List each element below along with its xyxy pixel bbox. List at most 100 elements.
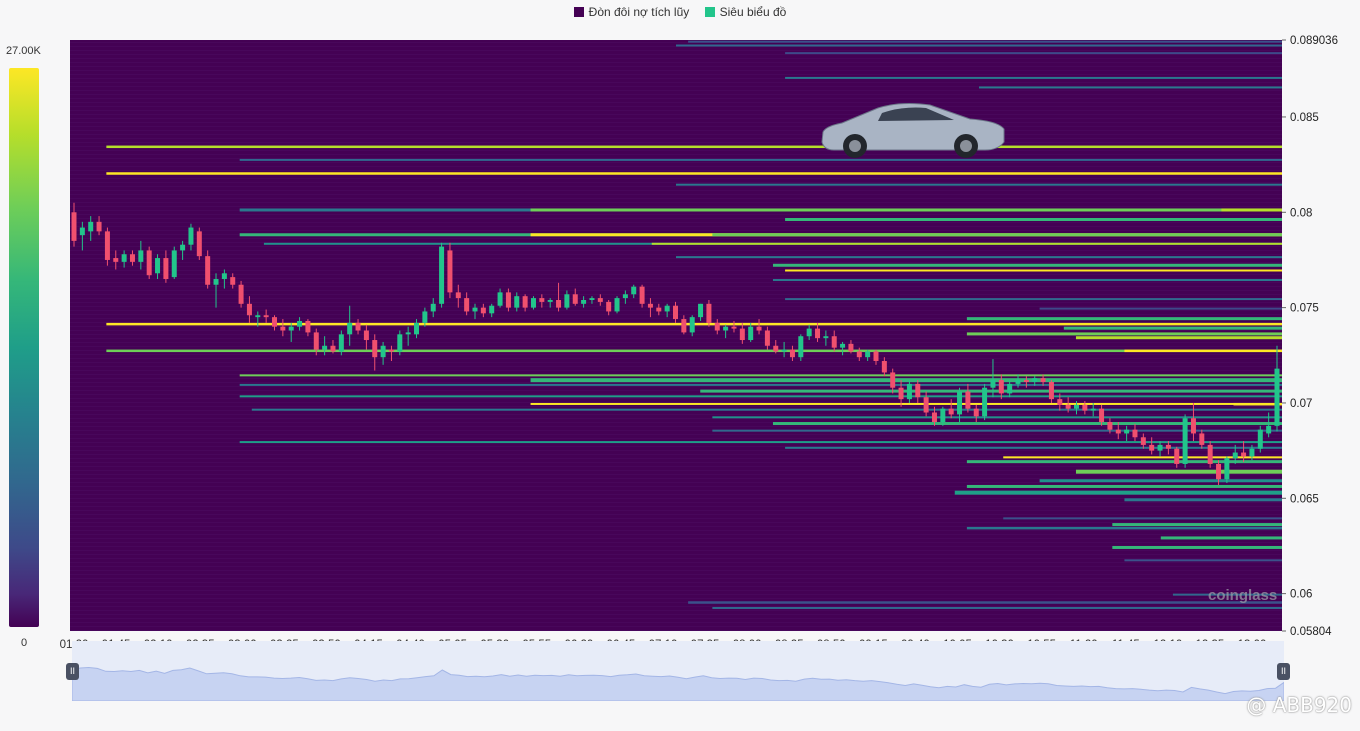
liquidation-band [785,298,1282,301]
heatmap-stripe [70,262,1282,263]
candle-body [647,303,653,308]
candle-body [155,258,161,274]
y-tick-label: 0.065 [1290,493,1319,505]
candle-body [1274,368,1280,426]
y-tick-label: 0.085 [1290,112,1319,124]
heatmap-stripe [70,502,1282,503]
candle-body [982,387,988,417]
candle-body [940,408,946,423]
liquidation-band [106,145,1283,149]
candle-body [129,254,135,262]
candle-body [831,336,837,348]
heatmap-stripe [70,98,1282,99]
candle-body [305,320,311,333]
heatmap-stripe [70,254,1282,255]
candle-body [1115,429,1121,434]
heatmap-stripe [70,358,1282,359]
candle-body [622,294,628,299]
candle-body [397,334,403,352]
heatmap-stripe [70,522,1282,523]
candle-body [347,322,353,335]
heatmap-stripe [70,274,1282,275]
candle-body [539,298,545,302]
candle-body [255,315,261,318]
liquidation-band [1075,336,1282,340]
heatmap-stripe [70,82,1282,83]
heatmap-stripe [70,610,1282,611]
heatmap-stripe [70,554,1282,555]
candle-body [881,361,887,373]
candle-body [656,307,662,312]
range-handle-right[interactable]: II [1277,663,1290,680]
heatmap-stripe [70,626,1282,627]
candle-body [505,292,511,308]
heatmap-stripe [70,226,1282,227]
liquidation-band [239,395,1283,398]
y-tick-label: 0.08 [1290,207,1312,219]
heatmap-stripe [70,566,1282,567]
user-watermark: @ ABB920 [1246,693,1352,717]
candle-body [1023,380,1029,382]
heatmap-stripe [70,138,1282,139]
heatmap-stripe [70,534,1282,535]
liquidation-band [676,256,1282,259]
candle-body [1124,429,1130,434]
heatmap-stripe [70,258,1282,259]
candle-body [698,303,704,318]
coinglass-watermark: coinglass [1208,587,1278,604]
candle-body [1099,408,1105,423]
liquidation-band [785,218,1282,222]
liquidation-band [954,490,1282,495]
candle-body [1232,452,1238,459]
heatmap-stripe [70,142,1282,143]
liquidation-band [1160,536,1282,540]
y-tick-label: 0.07 [1290,398,1312,410]
heatmap-stripe [70,614,1282,615]
heatmap-stripe [70,574,1282,575]
candle-body [739,328,745,341]
heatmap-stripe [70,426,1282,427]
liquidation-band [1039,479,1282,483]
liquidation-band [772,263,1282,267]
heatmap-stripe [70,114,1282,115]
liquidation-band [979,86,1282,89]
heatmap-stripe [70,450,1282,451]
heatmap-stripe [70,106,1282,107]
heatmap-stripe [70,578,1282,579]
candle-body [313,332,319,350]
liquidation-band [239,441,1283,444]
liquidation-heatmap-chart[interactable]: 01:2001:4502:1002:3503:0003:2503:5004:15… [0,0,1360,660]
candle-body [238,284,244,304]
heatmap-stripe [70,198,1282,199]
candle-body [1174,448,1180,464]
candle-body [898,387,904,400]
liquidation-band [785,269,1282,272]
candle-body [815,328,821,339]
candle-body [1007,383,1013,394]
candle-body [138,250,144,262]
candle-body [405,332,411,335]
heatmap-stripe [70,90,1282,91]
liquidation-band [700,389,1282,393]
range-handle-left[interactable]: II [66,663,79,680]
heatmap-stripe [70,386,1282,387]
heatmap-stripe [70,94,1282,95]
heatmap-stripe [70,454,1282,455]
heatmap-stripe [70,586,1282,587]
liquidation-band [1124,498,1282,502]
candle-body [380,345,386,358]
liquidation-band [1112,523,1282,527]
heatmap-stripe [70,598,1282,599]
y-axis: 0.089036 0.085 0.08 0.075 0.07 0.065 0.06 0.058… [1282,35,1338,638]
candle-body [873,351,879,362]
heatmap-stripe [70,158,1282,159]
heatmap-stripe [70,126,1282,127]
candle-body [681,319,687,333]
candle-body [1224,458,1230,480]
liquidation-band [1003,456,1282,459]
liquidation-band [712,233,1282,237]
y-tick-label: 0.075 [1290,303,1319,315]
range-navigator[interactable] [71,641,1285,702]
candle-body [196,231,202,257]
liquidation-band [688,40,1282,43]
